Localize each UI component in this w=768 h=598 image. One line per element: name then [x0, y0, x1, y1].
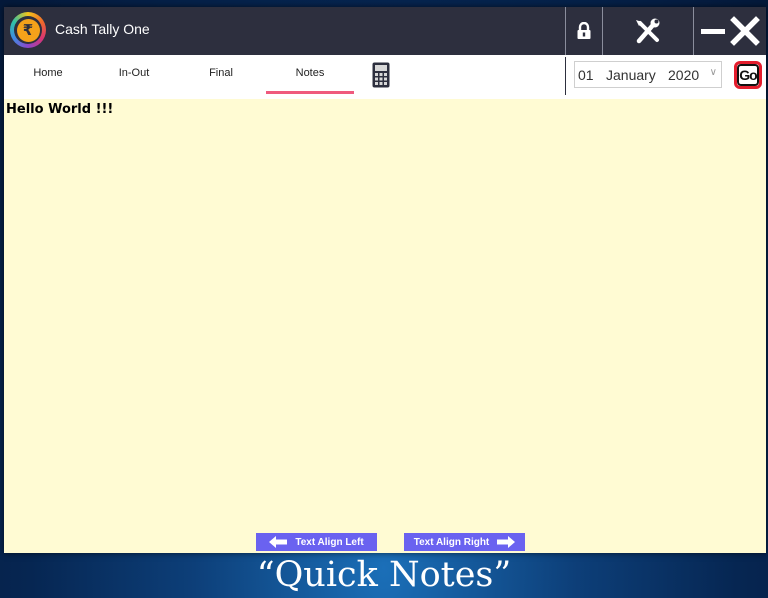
minimize-icon[interactable]: [700, 18, 726, 44]
rupee-symbol: ₹: [16, 18, 40, 42]
app-window: ₹ Cash Tally One Home In-Out Final Notes…: [4, 7, 766, 553]
date-picker[interactable]: 01 January 2020 ∨: [574, 61, 722, 88]
chevron-down-icon[interactable]: ∨: [710, 67, 717, 78]
caption: “Quick Notes”: [256, 555, 512, 595]
window-controls: [693, 7, 766, 55]
tab-final[interactable]: Final: [181, 67, 261, 91]
date-day[interactable]: 01: [578, 67, 606, 83]
text-align-left-label: Text Align Left: [295, 536, 364, 548]
app-title: Cash Tally One: [55, 21, 150, 37]
rupee-logo-icon: ₹: [10, 12, 46, 48]
arrow-right-icon: [497, 536, 516, 548]
tab-home[interactable]: Home: [8, 67, 88, 91]
tab-in-out[interactable]: In-Out: [94, 67, 174, 91]
tab-notes[interactable]: Notes: [266, 67, 354, 91]
lock-button[interactable]: [565, 7, 602, 55]
calculator-icon[interactable]: [372, 62, 390, 88]
title-bar: ₹ Cash Tally One: [4, 7, 766, 55]
date-year[interactable]: 2020: [668, 67, 708, 83]
go-label: Go: [737, 64, 759, 86]
settings-button[interactable]: [602, 7, 693, 55]
text-align-left-button[interactable]: Text Align Left: [256, 533, 377, 551]
lock-icon: [577, 22, 591, 39]
tab-bar: Home In-Out Final Notes 01 January 2020 …: [4, 55, 766, 99]
close-icon[interactable]: [730, 16, 760, 46]
text-align-right-label: Text Align Right: [413, 536, 490, 548]
go-button[interactable]: Go: [734, 61, 762, 89]
arrow-left-icon: [269, 536, 288, 548]
tools-icon: [636, 18, 660, 44]
active-tab-indicator: [266, 91, 354, 94]
tab-divider: [565, 57, 566, 95]
text-align-right-button[interactable]: Text Align Right: [404, 533, 525, 551]
notes-textarea[interactable]: Hello World !!!: [4, 99, 766, 537]
date-month[interactable]: January: [606, 67, 668, 83]
